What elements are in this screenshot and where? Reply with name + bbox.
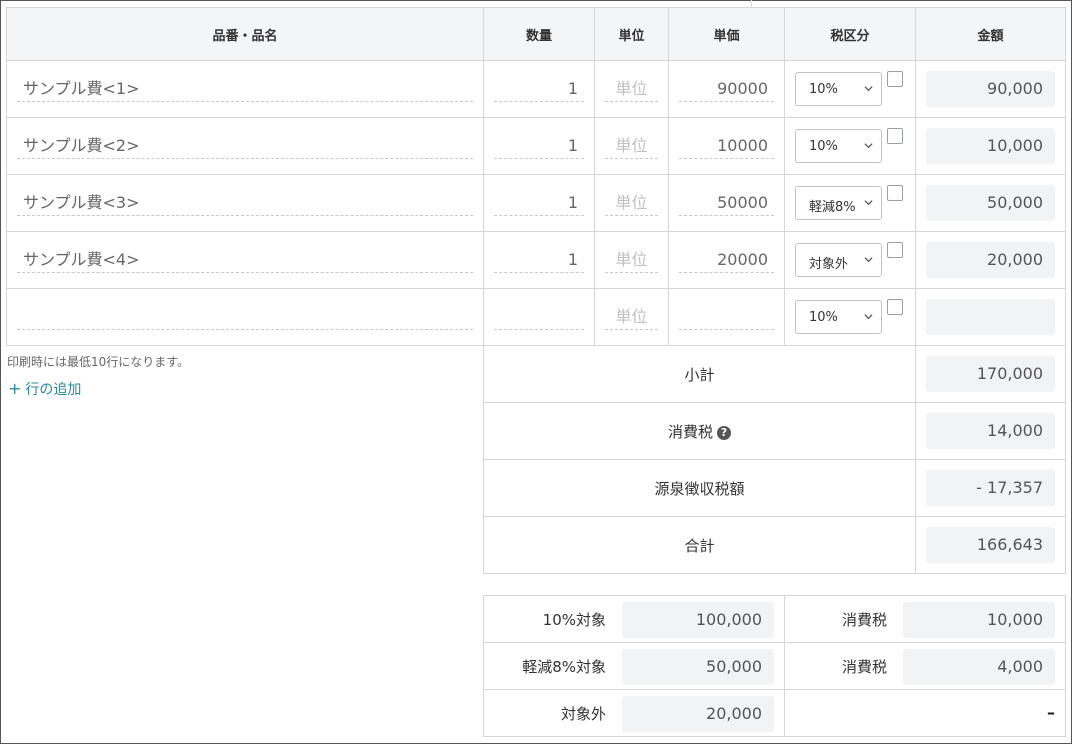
item-name-input[interactable]: サンプル費<1>: [17, 76, 473, 102]
amount-value: 50,000: [926, 185, 1055, 221]
rate10-label: 10%対象: [542, 611, 606, 629]
col-header-price: 単価: [668, 7, 785, 61]
quantity-input[interactable]: 1: [494, 76, 584, 102]
table-row: サンプル費<3> 1 単位 50000 軽減8% 50,000: [6, 174, 1066, 232]
subtotal-label: 小計: [483, 346, 916, 403]
quantity-input[interactable]: 1: [494, 133, 584, 159]
tax-category-select[interactable]: 軽減8%: [795, 186, 882, 220]
row-checkbox[interactable]: [887, 71, 903, 87]
withholding-label: 源泉徴収税額: [483, 459, 916, 517]
tax-category-value: 10%: [809, 139, 838, 154]
withholding-row: 源泉徴収税額 - 17,357: [483, 459, 1066, 517]
tax-value: 14,000: [926, 413, 1055, 449]
quantity-input[interactable]: [494, 304, 584, 330]
chevron-down-icon: [864, 86, 873, 92]
tax-row: 消費税? 14,000: [483, 402, 1066, 460]
add-row-button[interactable]: + 行の追加: [8, 379, 81, 399]
rate8-tax-value: 4,000: [903, 649, 1055, 685]
amount-value: 20,000: [926, 242, 1055, 278]
quantity-input[interactable]: 1: [494, 190, 584, 216]
unit-input[interactable]: 単位: [605, 76, 658, 102]
tax-breakdown-table: 10%対象 100,000 消費税 10,000 軽減8%対象 50,000 消…: [483, 595, 1066, 737]
tax-category-select[interactable]: 10%: [795, 129, 882, 163]
exempt-label: 対象外: [560, 705, 606, 723]
subtotal-row: 小計 170,000: [483, 346, 1066, 403]
amount-value: [926, 299, 1055, 335]
row-checkbox[interactable]: [887, 242, 903, 258]
table-row: サンプル費<1> 1 単位 90000 10% 90,000: [6, 60, 1066, 118]
table-header-row: 品番・品名 数量 単位 単価 税区分 金額: [6, 7, 1066, 61]
quantity-input[interactable]: 1: [494, 247, 584, 273]
breakdown-row-10: 10%対象 100,000 消費税 10,000: [483, 595, 1066, 643]
col-header-name: 品番・品名: [6, 7, 484, 61]
rate8-value: 50,000: [622, 649, 774, 685]
breakdown-row-8: 軽減8%対象 50,000 消費税 4,000: [483, 642, 1066, 690]
total-label: 合計: [483, 516, 916, 574]
item-name-input[interactable]: サンプル費<4>: [17, 247, 473, 273]
plus-icon: +: [8, 379, 22, 398]
unit-input[interactable]: 単位: [605, 190, 658, 216]
rate10-tax-value: 10,000: [903, 602, 1055, 638]
unit-price-input[interactable]: 90000: [679, 76, 774, 102]
total-value: 166,643: [926, 527, 1055, 563]
rate10-tax-label: 消費税: [841, 611, 887, 629]
tax-category-value: 10%: [809, 310, 838, 325]
print-note: 印刷時には最低10行になります。: [7, 355, 190, 369]
add-row-label: 行の追加: [25, 382, 82, 398]
unit-input[interactable]: 単位: [605, 133, 658, 159]
exempt-tax-dash: –: [1047, 703, 1055, 722]
withholding-value: - 17,357: [926, 470, 1055, 506]
subtotal-value: 170,000: [926, 356, 1055, 392]
row-checkbox[interactable]: [887, 299, 903, 315]
rate8-label: 軽減8%対象: [522, 658, 606, 676]
table-row: 単位 10%: [6, 288, 1066, 346]
table-row: サンプル費<2> 1 単位 10000 10% 10,000: [6, 117, 1066, 175]
breakdown-row-exempt: 対象外 20,000 –: [483, 689, 1066, 737]
chevron-down-icon: [864, 257, 873, 263]
line-items-table: 品番・品名 数量 単位 単価 税区分 金額 サンプル費<1> 1 単位 9000…: [6, 7, 1066, 346]
unit-price-input[interactable]: 50000: [679, 190, 774, 216]
summary-table: 小計 170,000 消費税? 14,000 源泉徴収税額 - 17,357 合…: [483, 346, 1066, 574]
chevron-down-icon: [864, 200, 873, 206]
unit-price-input[interactable]: 20000: [679, 247, 774, 273]
row-checkbox[interactable]: [887, 185, 903, 201]
col-header-amount: 金額: [915, 7, 1066, 61]
unit-input[interactable]: 単位: [605, 247, 658, 273]
item-name-input[interactable]: サンプル費<2>: [17, 133, 473, 159]
tax-category-value: 軽減8%: [809, 200, 856, 215]
unit-price-input[interactable]: [679, 304, 774, 330]
row-checkbox[interactable]: [887, 128, 903, 144]
tax-category-value: 10%: [809, 82, 838, 97]
chevron-down-icon: [864, 143, 873, 149]
amount-value: 90,000: [926, 71, 1055, 107]
table-row: サンプル費<4> 1 単位 20000 対象外 20,000: [6, 231, 1066, 289]
tax-category-select[interactable]: 10%: [795, 72, 882, 106]
total-row: 合計 166,643: [483, 516, 1066, 574]
unit-input[interactable]: 単位: [605, 304, 658, 330]
rate10-value: 100,000: [622, 602, 774, 638]
tax-category-select[interactable]: 10%: [795, 300, 882, 334]
help-icon[interactable]: ?: [717, 425, 731, 440]
chevron-down-icon: [864, 314, 873, 320]
col-header-tax: 税区分: [784, 7, 916, 61]
tax-category-value: 対象外: [809, 257, 849, 272]
tax-label: 消費税: [667, 422, 713, 441]
item-name-input[interactable]: サンプル費<3>: [17, 190, 473, 216]
tax-category-select[interactable]: 対象外: [795, 243, 882, 277]
col-header-unit: 単位: [594, 7, 669, 61]
unit-price-input[interactable]: 10000: [679, 133, 774, 159]
exempt-value: 20,000: [622, 696, 774, 732]
rate8-tax-label: 消費税: [841, 658, 887, 676]
amount-value: 10,000: [926, 128, 1055, 164]
col-header-qty: 数量: [483, 7, 595, 61]
item-name-input[interactable]: [17, 304, 473, 330]
